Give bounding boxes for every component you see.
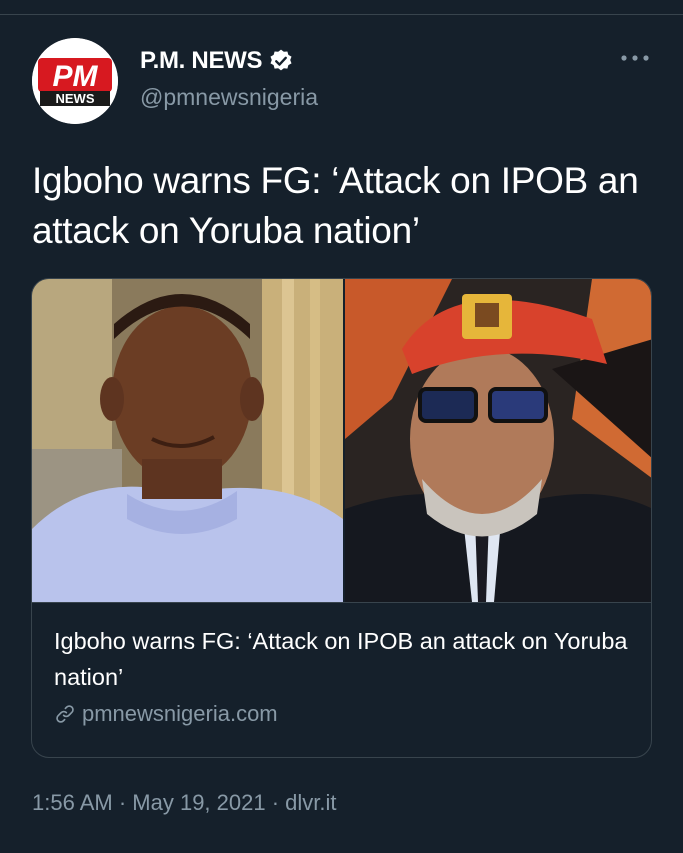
link-card[interactable]: Igboho warns FG: ‘Attack on IPOB an atta… — [31, 278, 652, 758]
top-divider — [0, 14, 683, 15]
tweet-source[interactable]: dlvr.it — [285, 790, 336, 816]
link-icon — [56, 705, 74, 723]
meta-separator: · — [265, 790, 286, 815]
handle[interactable]: @pmnewsnigeria — [140, 84, 318, 111]
right-photo — [345, 279, 651, 602]
tweet-date[interactable]: May 19, 2021 — [132, 790, 265, 816]
card-divider — [32, 602, 651, 603]
avatar[interactable]: PM NEWS — [32, 38, 118, 124]
logo-text-top: PM — [53, 60, 99, 93]
card-domain: pmnewsnigeria.com — [82, 701, 278, 726]
tweet-meta: 1:56 AM · May 19, 2021 · dlvr.it — [32, 790, 337, 816]
logo-text-bottom: NEWS — [56, 91, 95, 106]
card-domain-row: pmnewsnigeria.com — [54, 701, 278, 727]
verified-badge-icon — [270, 49, 292, 71]
tweet-time[interactable]: 1:56 AM — [32, 790, 113, 816]
pm-news-logo: PM NEWS — [32, 38, 118, 124]
name-row: P.M. NEWS — [140, 47, 294, 75]
tweet-header: PM NEWS P.M. NEWS @pmnewsnigeria — [32, 38, 652, 126]
card-image — [32, 279, 651, 602]
display-name[interactable]: P.M. NEWS — [140, 47, 263, 75]
more-options-icon[interactable] — [618, 48, 652, 68]
left-photo — [32, 279, 343, 602]
card-title[interactable]: Igboho warns FG: ‘Attack on IPOB an atta… — [54, 623, 634, 695]
tweet-text: Igboho warns FG: ‘Attack on IPOB an atta… — [32, 160, 639, 251]
meta-separator: · — [112, 790, 133, 815]
